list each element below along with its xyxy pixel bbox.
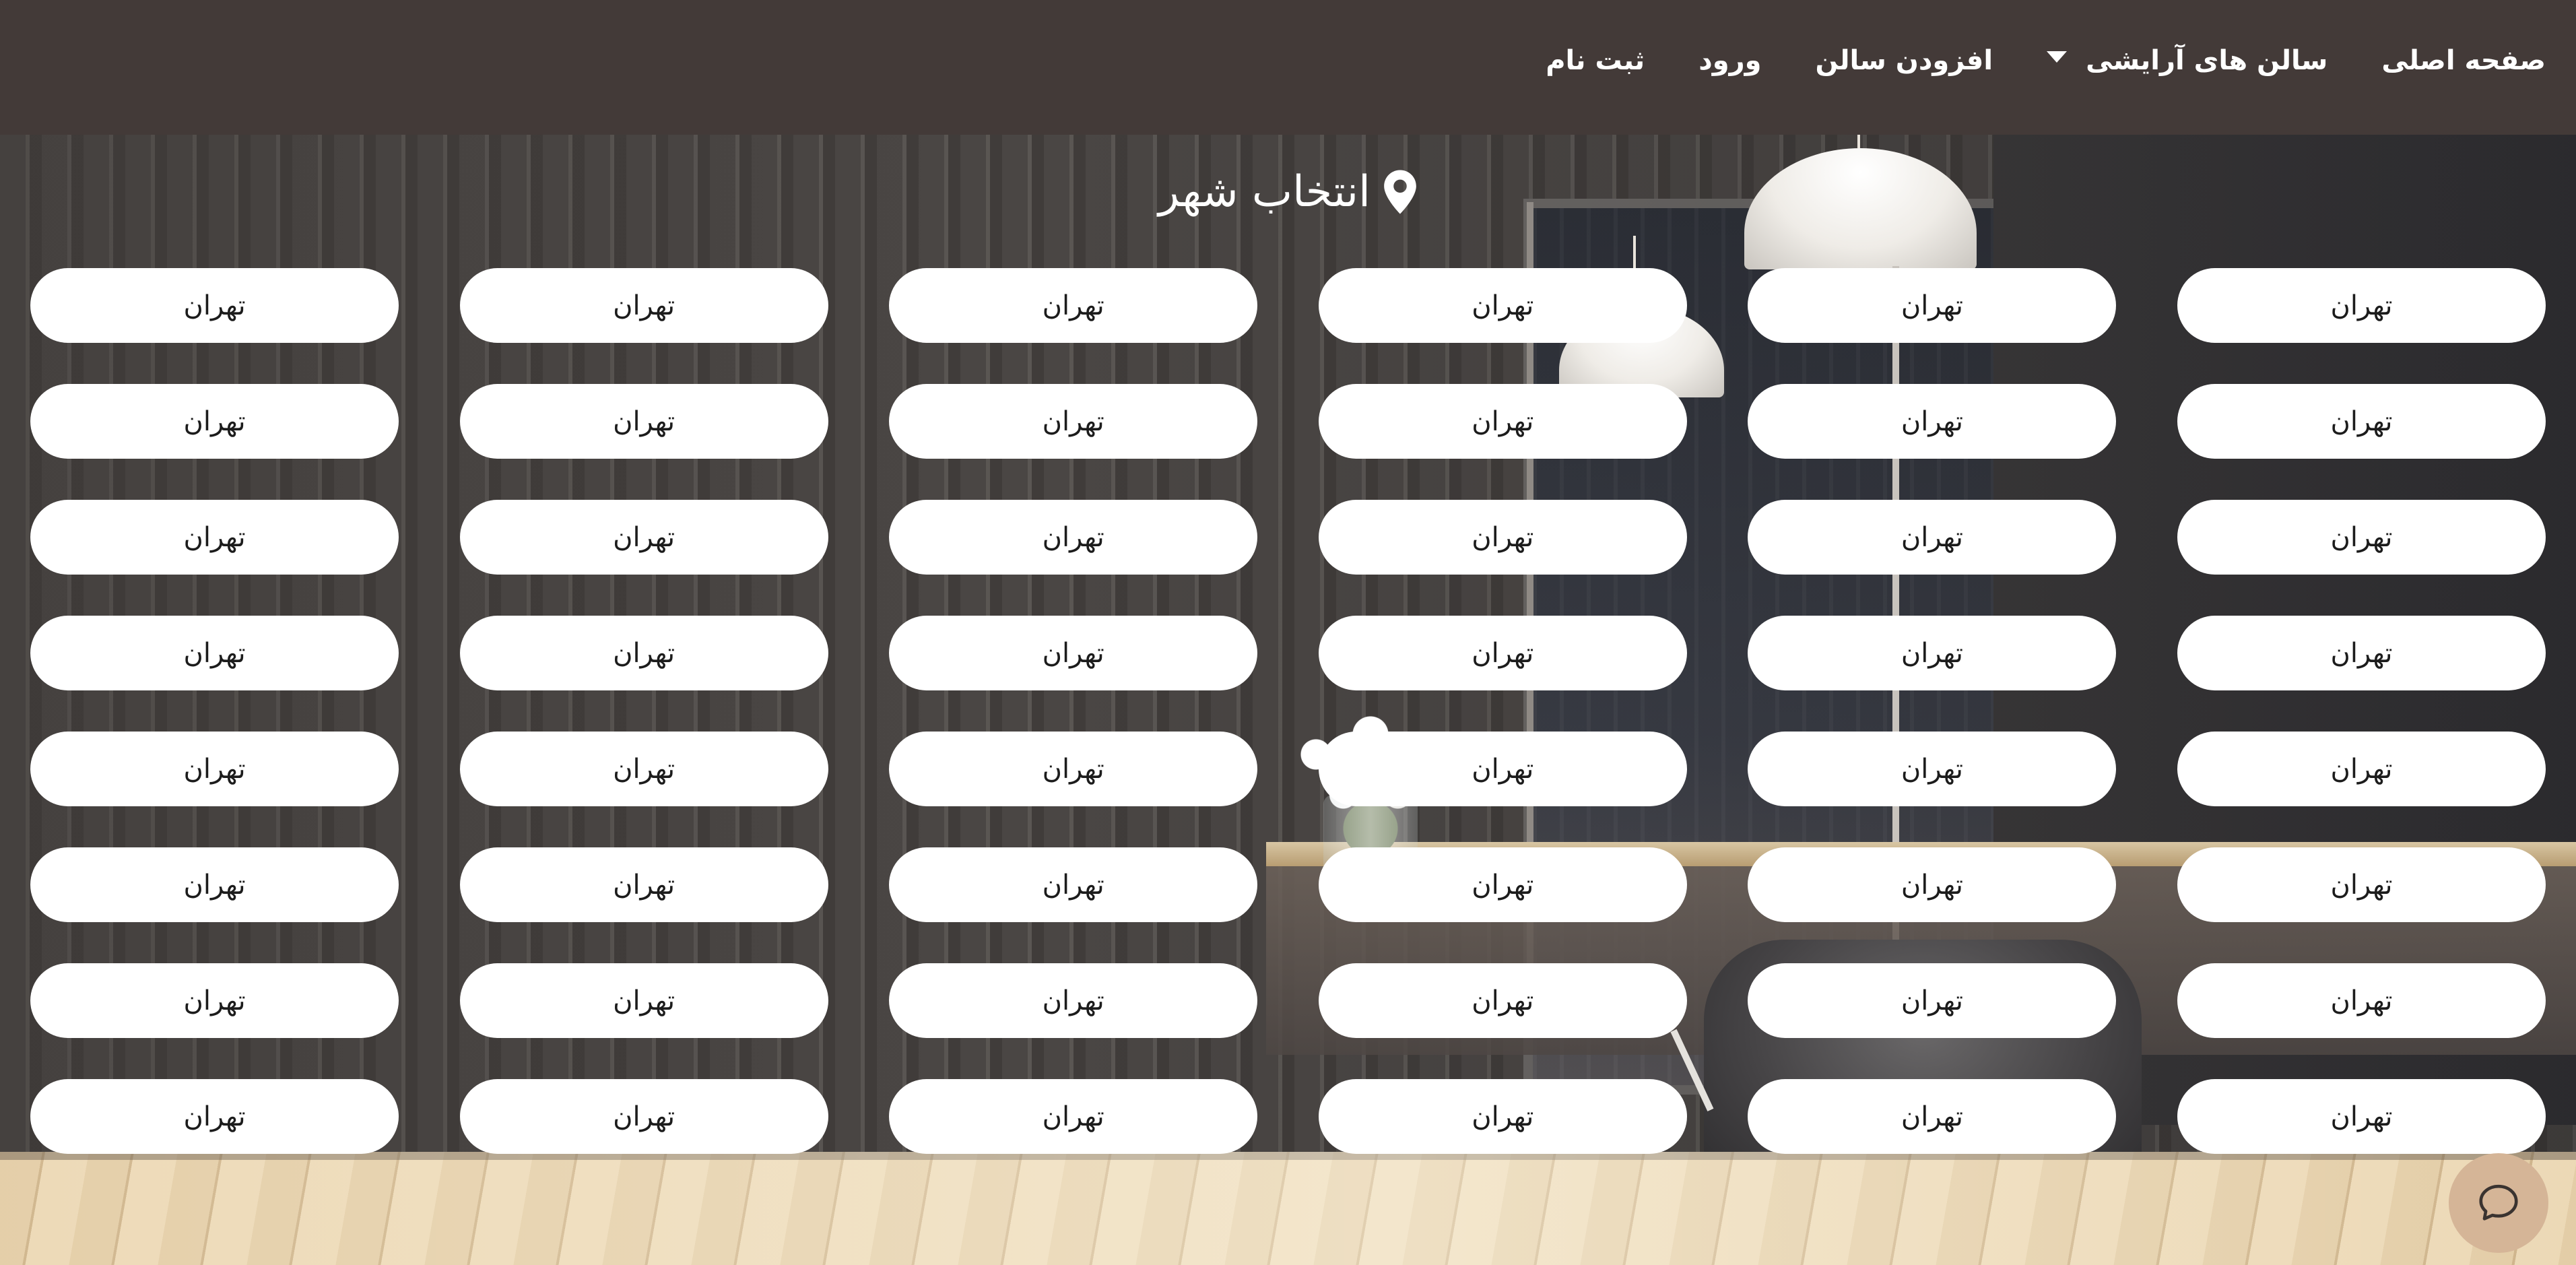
city-button[interactable]: تهران — [1748, 1079, 2117, 1154]
nav-home-label: صفحه اصلی — [2381, 45, 2546, 76]
nav-salons-dropdown[interactable]: سالن های آرایشی — [2047, 45, 2327, 76]
city-button[interactable]: تهران — [2177, 384, 2546, 459]
city-button[interactable]: تهران — [30, 500, 399, 575]
city-button[interactable]: تهران — [30, 732, 399, 806]
main-navbar: صفحه اصلی سالن های آرایشی افزودن سالن ور… — [0, 0, 2576, 135]
city-button[interactable]: تهران — [1318, 847, 1687, 922]
city-grid: تهران تهران تهران تهران تهران تهران تهران تهران… — [30, 268, 2546, 1154]
city-button[interactable]: تهران — [1318, 732, 1687, 806]
nav-add-salon-link[interactable]: افزودن سالن — [1815, 45, 1993, 76]
city-select-heading: انتخاب شهر — [0, 170, 2576, 214]
city-button[interactable]: تهران — [889, 268, 1258, 343]
city-button[interactable]: تهران — [30, 1079, 399, 1154]
city-button[interactable]: تهران — [889, 500, 1258, 575]
map-pin-icon — [1384, 170, 1416, 214]
nav-register-link[interactable]: ثبت نام — [1546, 45, 1645, 76]
city-button[interactable]: تهران — [459, 732, 828, 806]
city-button[interactable]: تهران — [1748, 963, 2117, 1038]
city-button[interactable]: تهران — [1748, 384, 2117, 459]
city-button[interactable]: تهران — [30, 268, 399, 343]
nav-home-link[interactable]: صفحه اصلی — [2381, 45, 2546, 76]
floor-light — [0, 1152, 2576, 1265]
city-button[interactable]: تهران — [459, 963, 828, 1038]
city-button[interactable]: تهران — [889, 847, 1258, 922]
nav-register-label: ثبت نام — [1546, 45, 1645, 76]
city-button[interactable]: تهران — [2177, 616, 2546, 690]
chevron-down-icon — [2047, 51, 2068, 63]
city-button[interactable]: تهران — [2177, 847, 2546, 922]
city-button[interactable]: تهران — [1318, 268, 1687, 343]
city-button[interactable]: تهران — [1748, 268, 2117, 343]
chat-button[interactable] — [2449, 1153, 2548, 1253]
city-button[interactable]: تهران — [459, 616, 828, 690]
city-button[interactable]: تهران — [459, 1079, 828, 1154]
city-button[interactable]: تهران — [889, 732, 1258, 806]
city-button[interactable]: تهران — [1748, 500, 2117, 575]
city-button[interactable]: تهران — [459, 847, 828, 922]
city-button[interactable]: تهران — [1318, 384, 1687, 459]
city-button[interactable]: تهران — [1318, 963, 1687, 1038]
city-button[interactable]: تهران — [459, 500, 828, 575]
nav-salons-label: سالن های آرایشی — [2086, 45, 2328, 76]
city-button[interactable]: تهران — [30, 616, 399, 690]
city-button[interactable]: تهران — [2177, 732, 2546, 806]
city-button[interactable]: تهران — [889, 1079, 1258, 1154]
city-button[interactable]: تهران — [1318, 616, 1687, 690]
city-button[interactable]: تهران — [2177, 963, 2546, 1038]
city-button[interactable]: تهران — [1318, 1079, 1687, 1154]
city-button[interactable]: تهران — [1748, 732, 2117, 806]
city-button[interactable]: تهران — [30, 847, 399, 922]
city-button[interactable]: تهران — [459, 268, 828, 343]
city-button[interactable]: تهران — [1318, 500, 1687, 575]
city-button[interactable]: تهران — [889, 616, 1258, 690]
nav-add-salon-label: افزودن سالن — [1815, 45, 1993, 76]
city-button[interactable]: تهران — [889, 384, 1258, 459]
city-button[interactable]: تهران — [1748, 847, 2117, 922]
city-button[interactable]: تهران — [1748, 616, 2117, 690]
city-button[interactable]: تهران — [2177, 268, 2546, 343]
city-button[interactable]: تهران — [30, 384, 399, 459]
city-button[interactable]: تهران — [889, 963, 1258, 1038]
city-button[interactable]: تهران — [30, 963, 399, 1038]
city-button[interactable]: تهران — [459, 384, 828, 459]
city-button[interactable]: تهران — [2177, 1079, 2546, 1154]
city-button[interactable]: تهران — [2177, 500, 2546, 575]
page-title: انتخاب شهر — [1158, 167, 1370, 217]
nav-login-label: ورود — [1698, 45, 1762, 76]
nav-login-link[interactable]: ورود — [1698, 45, 1761, 76]
lamp-cord — [1857, 135, 1860, 148]
chat-bubble-icon — [2479, 1184, 2518, 1221]
